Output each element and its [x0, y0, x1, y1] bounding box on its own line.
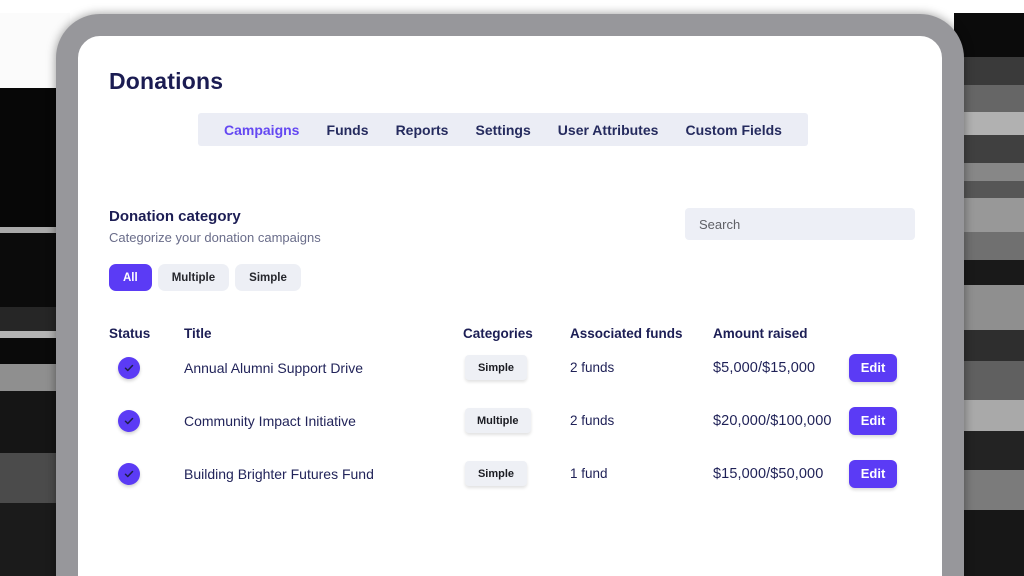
table-header-row: Status Title Categories Associated funds…	[109, 326, 915, 341]
column-header-amount: Amount raised	[713, 326, 849, 341]
amount-raised: $15,000/$50,000	[713, 466, 849, 482]
edit-button[interactable]: Edit	[849, 354, 897, 382]
section-subheading: Categorize your donation campaigns	[109, 230, 321, 245]
status-cell	[109, 463, 184, 485]
tab-custom-fields[interactable]: Custom Fields	[685, 122, 781, 138]
category-badge: Multiple	[465, 408, 531, 433]
category-badge: Simple	[465, 355, 527, 380]
filter-multiple-button[interactable]: Multiple	[158, 264, 229, 291]
table-row: Community Impact Initiative Multiple 2 f…	[109, 394, 915, 447]
campaign-title: Building Brighter Futures Fund	[184, 466, 463, 482]
category-badge: Simple	[465, 461, 527, 486]
donations-panel: Donations Campaigns Funds Reports Settin…	[56, 14, 964, 576]
panel-content: Donations Campaigns Funds Reports Settin…	[78, 36, 942, 576]
tab-user-attributes[interactable]: User Attributes	[558, 122, 659, 138]
filter-all-button[interactable]: All	[109, 264, 152, 291]
column-header-title: Title	[184, 326, 463, 341]
section-header: Donation category Categorize your donati…	[109, 208, 321, 245]
tab-campaigns[interactable]: Campaigns	[224, 122, 299, 138]
status-checked-icon[interactable]	[118, 463, 140, 485]
filter-simple-button[interactable]: Simple	[235, 264, 301, 291]
action-cell: Edit	[849, 354, 915, 382]
tab-bar: Campaigns Funds Reports Settings User At…	[198, 113, 808, 146]
status-cell	[109, 410, 184, 432]
amount-raised: $5,000/$15,000	[713, 360, 849, 376]
category-cell: Simple	[463, 355, 570, 380]
tab-settings[interactable]: Settings	[476, 122, 531, 138]
tab-funds[interactable]: Funds	[327, 122, 369, 138]
page-title: Donations	[109, 68, 915, 95]
associated-funds: 1 fund	[570, 466, 713, 481]
edit-button[interactable]: Edit	[849, 407, 897, 435]
status-checked-icon[interactable]	[118, 410, 140, 432]
tab-reports[interactable]: Reports	[396, 122, 449, 138]
status-cell	[109, 357, 184, 379]
section-header-row: Donation category Categorize your donati…	[109, 208, 915, 245]
action-cell: Edit	[849, 407, 915, 435]
table-row: Annual Alumni Support Drive Simple 2 fun…	[109, 341, 915, 394]
search-input[interactable]	[685, 208, 915, 240]
column-header-status: Status	[109, 326, 184, 341]
background-stripes-right	[954, 0, 1024, 576]
status-checked-icon[interactable]	[118, 357, 140, 379]
associated-funds: 2 funds	[570, 360, 713, 375]
table-row: Building Brighter Futures Fund Simple 1 …	[109, 447, 915, 500]
campaign-title: Annual Alumni Support Drive	[184, 360, 463, 376]
column-header-categories: Categories	[463, 326, 570, 341]
campaigns-table: Status Title Categories Associated funds…	[109, 326, 915, 500]
category-cell: Simple	[463, 461, 570, 486]
campaign-title: Community Impact Initiative	[184, 413, 463, 429]
column-header-funds: Associated funds	[570, 326, 713, 341]
associated-funds: 2 funds	[570, 413, 713, 428]
action-cell: Edit	[849, 460, 915, 488]
category-filter-group: All Multiple Simple	[109, 264, 915, 291]
edit-button[interactable]: Edit	[849, 460, 897, 488]
amount-raised: $20,000/$100,000	[713, 413, 849, 429]
category-cell: Multiple	[463, 408, 570, 433]
section-heading: Donation category	[109, 208, 321, 225]
